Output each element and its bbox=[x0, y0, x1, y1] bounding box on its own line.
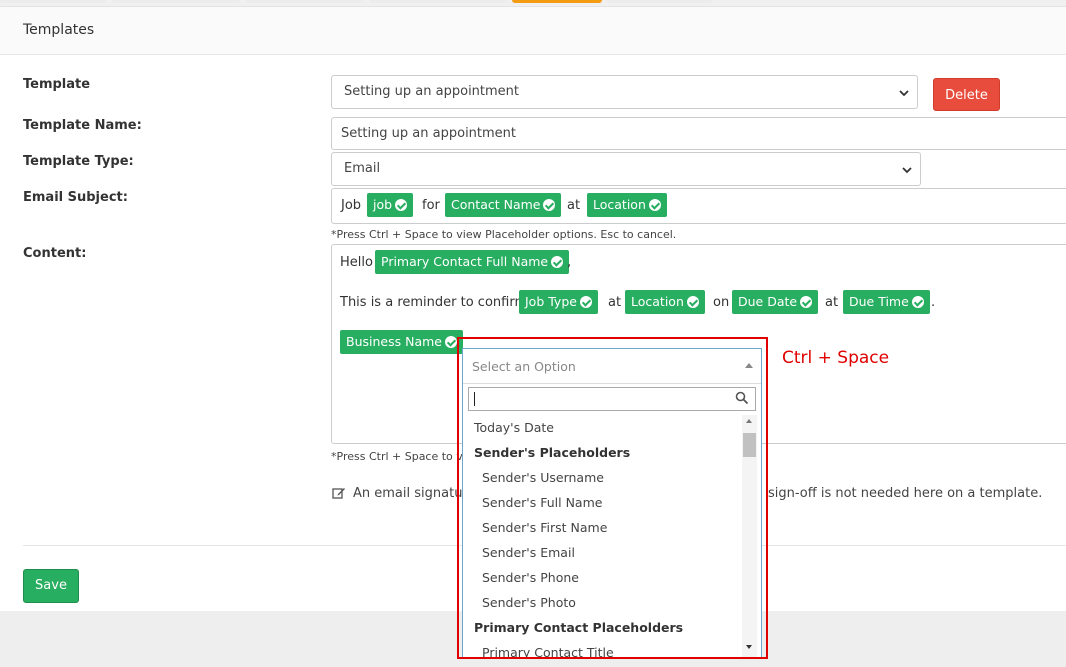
chevron-down-icon bbox=[902, 167, 912, 174]
dropdown-option[interactable]: Sender's Email bbox=[482, 545, 575, 560]
signature-note-start: An email signatu bbox=[353, 486, 463, 501]
email-subject-editor[interactable] bbox=[331, 188, 1066, 224]
content-text: Hello bbox=[340, 255, 373, 270]
dropdown-scrollbar[interactable] bbox=[742, 415, 757, 657]
template-name-label: Template Name: bbox=[23, 118, 142, 133]
tab[interactable] bbox=[606, 0, 712, 3]
caret-up-icon bbox=[745, 363, 753, 368]
placeholder-chip-job[interactable]: job bbox=[367, 193, 414, 217]
search-icon bbox=[735, 391, 749, 405]
dropdown-option[interactable]: Primary Contact Title bbox=[482, 645, 614, 657]
placeholder-chip-primary-contact[interactable]: Primary Contact Full Name bbox=[375, 250, 570, 274]
chip-label: Job Type bbox=[525, 294, 577, 309]
chip-label: Due Time bbox=[849, 294, 909, 309]
template-type-select[interactable]: Email bbox=[331, 152, 921, 186]
placeholder-chip-location[interactable]: Location bbox=[587, 193, 667, 217]
content-text: on bbox=[713, 295, 730, 310]
chip-label: Business Name bbox=[346, 334, 442, 349]
chip-label: Location bbox=[631, 294, 684, 309]
placeholder-chip-location[interactable]: Location bbox=[625, 290, 705, 314]
content-text: at bbox=[825, 295, 839, 310]
chip-label: Location bbox=[593, 197, 646, 212]
dropdown-option[interactable]: Sender's Photo bbox=[482, 595, 576, 610]
dropdown-header[interactable]: Select an Option bbox=[463, 349, 761, 384]
dropdown-group-header: Primary Contact Placeholders bbox=[474, 620, 684, 635]
template-name-value: Setting up an appointment bbox=[341, 126, 517, 141]
subject-text: at bbox=[567, 198, 581, 213]
template-type-label: Template Type: bbox=[23, 154, 134, 169]
placeholder-hint: *Press Ctrl + Space to view Placeholder … bbox=[331, 228, 677, 241]
save-button[interactable]: Save bbox=[23, 569, 79, 603]
placeholder-hint-truncated: *Press Ctrl + Space to vie bbox=[331, 450, 473, 463]
signature-note-end: sign-off is not needed here on a templat… bbox=[768, 486, 1043, 501]
dropdown-option[interactable]: Sender's Username bbox=[482, 470, 604, 485]
tab[interactable] bbox=[246, 0, 364, 3]
delete-button[interactable]: Delete bbox=[933, 78, 1000, 111]
check-circle-icon bbox=[800, 296, 813, 308]
dropdown-option[interactable]: Sender's Full Name bbox=[482, 495, 602, 510]
chip-label: Contact Name bbox=[451, 197, 541, 212]
dropdown-option[interactable]: Today's Date bbox=[474, 420, 554, 435]
check-circle-icon bbox=[648, 199, 661, 211]
annotation-label: Ctrl + Space bbox=[782, 348, 890, 368]
placeholder-chip-due-time[interactable]: Due Time bbox=[843, 290, 930, 314]
scroll-down-arrow-icon[interactable] bbox=[746, 645, 752, 649]
template-select-value: Setting up an appointment bbox=[344, 84, 520, 99]
chip-label: Primary Contact Full Name bbox=[381, 254, 549, 269]
dropdown-group-header: Sender's Placeholders bbox=[474, 445, 631, 460]
placeholder-chip-business-name[interactable]: Business Name bbox=[340, 330, 463, 354]
dropdown-option[interactable]: Sender's Phone bbox=[482, 570, 579, 585]
content-text: . bbox=[931, 295, 936, 310]
template-type-value: Email bbox=[344, 161, 381, 176]
content-text: at bbox=[608, 295, 622, 310]
check-circle-icon bbox=[543, 199, 556, 211]
check-circle-icon bbox=[444, 336, 457, 348]
edit-icon bbox=[332, 488, 345, 499]
check-circle-icon bbox=[911, 296, 924, 308]
dropdown-option[interactable]: Sender's First Name bbox=[482, 520, 607, 535]
scroll-up-arrow-icon[interactable] bbox=[746, 419, 752, 423]
scrollbar-thumb[interactable] bbox=[743, 433, 756, 457]
tab[interactable] bbox=[370, 0, 508, 3]
placeholder-chip-contact-name[interactable]: Contact Name bbox=[445, 193, 562, 217]
placeholder-chip-job-type[interactable]: Job Type bbox=[519, 290, 598, 314]
top-tab-strip bbox=[0, 0, 1066, 4]
chip-label: job bbox=[373, 197, 393, 212]
dropdown-search-input[interactable] bbox=[468, 387, 756, 411]
tab-active[interactable] bbox=[512, 0, 602, 3]
check-circle-icon bbox=[551, 256, 564, 268]
email-subject-label: Email Subject: bbox=[23, 190, 128, 205]
panel-header: Templates bbox=[0, 7, 1066, 55]
content-text: , bbox=[567, 255, 572, 270]
template-select[interactable]: Setting up an appointment bbox=[331, 75, 918, 109]
dropdown-placeholder: Select an Option bbox=[472, 359, 576, 374]
tab[interactable] bbox=[112, 0, 240, 3]
tab[interactable] bbox=[0, 0, 106, 3]
chip-label: Due Date bbox=[738, 294, 798, 309]
panel-title: Templates bbox=[23, 22, 95, 38]
placeholder-dropdown[interactable]: Select an Option Today's Date Sender's Pl… bbox=[462, 348, 762, 658]
subject-text: Job bbox=[341, 198, 362, 213]
content-text: This is a reminder to confirm bbox=[340, 295, 528, 310]
text-cursor bbox=[474, 392, 475, 406]
check-circle-icon bbox=[579, 296, 592, 308]
subject-text: for bbox=[422, 198, 440, 213]
chevron-down-icon bbox=[899, 90, 909, 97]
check-circle-icon bbox=[686, 296, 699, 308]
template-name-input[interactable]: Setting up an appointment bbox=[331, 117, 1066, 150]
placeholder-chip-due-date[interactable]: Due Date bbox=[732, 290, 819, 314]
template-label: Template bbox=[23, 77, 91, 92]
content-label: Content: bbox=[23, 246, 87, 261]
check-circle-icon bbox=[395, 199, 408, 211]
